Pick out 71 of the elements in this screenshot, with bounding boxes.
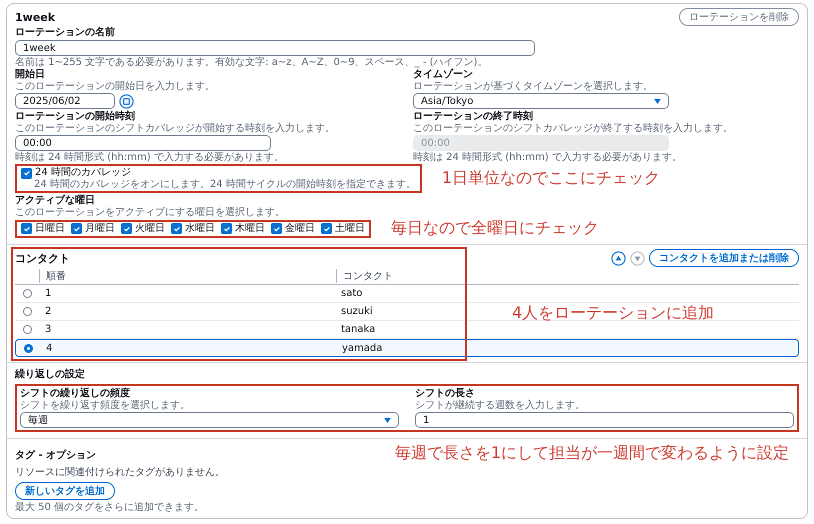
- day-checkbox[interactable]: 土曜日: [321, 222, 365, 234]
- table-cell-text: yamada: [341, 342, 384, 354]
- day-checkbox[interactable]: 水曜日: [171, 222, 215, 234]
- checkbox-description: 24 時間のカバレッジをオンにします。24 時間サイクルの開始時刻を指定できます。: [33, 179, 416, 190]
- rotation-title: 1week: [15, 10, 56, 24]
- field-label: タイムゾーン: [413, 69, 474, 81]
- table-cell-text: 2: [44, 306, 52, 317]
- table-cell-text: 3: [44, 324, 52, 335]
- table-cell-text: 1: [44, 288, 52, 299]
- field-label: シフトの長さ: [415, 388, 476, 400]
- annotation-text: 1日単位なのでここにチェック: [442, 168, 660, 189]
- radio-button[interactable]: [24, 344, 32, 352]
- caret-icon: [654, 98, 661, 104]
- check-icon: [22, 224, 30, 232]
- field-hint: 時刻は 24 時間形式 (hh:mm) で入力する必要があります。: [413, 152, 683, 163]
- field-label: ローテーションの開始時刻: [15, 111, 136, 123]
- annotation-text: 4人をローテーションに追加: [512, 303, 714, 324]
- annotation-text: 毎日なので全曜日にチェック: [391, 218, 599, 239]
- day-checkbox[interactable]: 月曜日: [71, 222, 115, 234]
- day-checkbox[interactable]: 金曜日: [271, 222, 315, 234]
- check-icon: [72, 224, 80, 232]
- annotation-text: 毎週で長さを1にして担当が一週間で変わるように設定: [394, 443, 789, 464]
- check-icon: [322, 224, 330, 232]
- field-label: ローテーションの名前: [15, 27, 116, 39]
- table-cell-text: suzuki: [340, 306, 374, 317]
- move-up-icon[interactable]: [611, 250, 626, 266]
- name-input[interactable]: 1week: [15, 40, 535, 56]
- day-checkbox[interactable]: 木曜日: [221, 222, 265, 234]
- field-description: ローテーションが基づくタイムゾーンを選択します。: [413, 81, 654, 92]
- field-label: シフトの繰り返しの頻度: [20, 388, 131, 400]
- frequency-select[interactable]: 毎週: [20, 412, 399, 428]
- table-cell-text: tanaka: [340, 324, 376, 335]
- table-cell-text: 4: [45, 342, 54, 354]
- field-description: このローテーションの開始日を入力します。: [15, 81, 216, 92]
- coverage-checkbox[interactable]: 24 時間のカバレッジ: [21, 167, 416, 179]
- column-header: 順番: [39, 268, 336, 282]
- field-description: このローテーションのシフトカバレッジが終了する時刻を入力します。: [413, 123, 734, 134]
- timezone-select[interactable]: Asia/Tokyo: [413, 93, 669, 109]
- table-row[interactable]: 4 yamada: [15, 339, 799, 357]
- day-checkbox[interactable]: 火曜日: [121, 222, 165, 234]
- length-input[interactable]: 1: [415, 412, 794, 428]
- field-description: シフトを繰り返す頻度を選択します。: [20, 400, 191, 411]
- check-icon: [172, 224, 180, 232]
- field-description: このローテーションをアクティブにする曜日を選択します。: [15, 207, 286, 218]
- time-input[interactable]: 00:00: [15, 135, 271, 151]
- day-checkbox[interactable]: 日曜日: [21, 222, 65, 234]
- section-title: タグ - オプション: [15, 448, 96, 462]
- column-header: コンタクト: [336, 268, 463, 282]
- check-icon: [122, 224, 130, 232]
- add-tag-button[interactable]: 新しいタグを追加: [15, 482, 115, 500]
- field-hint: 名前は 1~255 文字である必要があります。有効な文字: a~z、A~Z、0~9、スペース、_ - (ハイフン)。: [15, 57, 488, 68]
- field-description: シフトが継続する週数を入力します。: [415, 400, 586, 411]
- table-cell-text: sato: [340, 288, 364, 299]
- date-input[interactable]: 2025/06/02: [15, 93, 115, 109]
- table-row[interactable]: 1 sato: [15, 285, 799, 303]
- section-title: 繰り返しの設定: [15, 367, 86, 381]
- calendar-icon[interactable]: [119, 94, 134, 108]
- field-label: 開始日: [15, 69, 46, 81]
- field-hint: 時刻は 24 時間形式 (hh:mm) で入力する必要があります。: [15, 152, 285, 163]
- field-description: このローテーションのシフトカバレッジが開始する時刻を入力します。: [15, 123, 336, 134]
- field-label: ローテーションの終了時刻: [413, 111, 534, 123]
- delete-rotation-button[interactable]: ローテーションを削除: [679, 8, 799, 26]
- section-title: コンタクト: [15, 250, 70, 266]
- check-icon: [222, 224, 230, 232]
- check-icon: [22, 169, 30, 177]
- caret-icon: [384, 418, 391, 422]
- empty-text: リソースに関連付けられたタグがありません。: [15, 467, 226, 478]
- field-label: アクティブな曜日: [15, 195, 96, 207]
- field-hint: 最大 50 個のタグをさらに追加できます。: [15, 502, 206, 513]
- manage-contacts-button[interactable]: コンタクトを追加または削除: [649, 249, 799, 267]
- check-icon: [272, 224, 280, 232]
